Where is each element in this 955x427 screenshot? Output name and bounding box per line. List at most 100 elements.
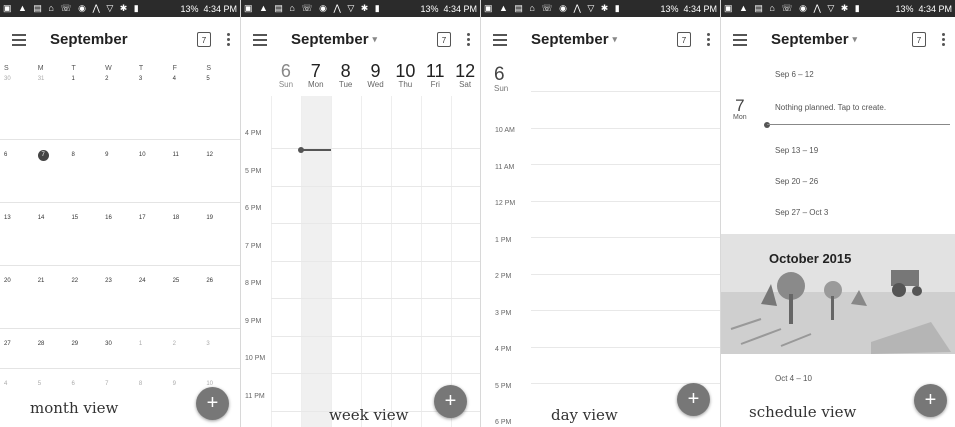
month-day-cell[interactable]: 17 xyxy=(139,203,173,265)
today-icon[interactable]: 7 xyxy=(197,32,211,47)
month-day-cell[interactable]: 15 xyxy=(71,203,105,265)
month-day-cell[interactable]: 16 xyxy=(105,203,139,265)
week-day-header-cell[interactable]: 11 Fri xyxy=(420,62,450,96)
weekday-label: S xyxy=(4,65,9,72)
create-event-fab[interactable]: + xyxy=(434,385,467,418)
create-event-fab[interactable]: + xyxy=(196,387,229,420)
menu-icon[interactable] xyxy=(253,33,279,46)
month-view-caption: month view xyxy=(30,399,119,417)
hour-label: 8 PM xyxy=(245,280,262,287)
create-event-fab[interactable]: + xyxy=(677,383,710,416)
more-options-icon[interactable] xyxy=(942,33,945,46)
menu-icon[interactable] xyxy=(12,33,38,46)
month-day-cell[interactable]: 8 xyxy=(139,369,173,427)
month-title[interactable]: September ▾ xyxy=(771,31,912,48)
weekday-label: S xyxy=(206,65,211,72)
hour-label: 10 AM xyxy=(495,127,515,134)
week-day-name: Tue xyxy=(338,80,353,89)
month-day-cell[interactable]: 31 xyxy=(38,76,72,139)
hour-label: 11 PM xyxy=(245,392,265,400)
menu-icon[interactable] xyxy=(733,33,759,46)
month-day-cell[interactable]: 10 xyxy=(139,140,173,202)
chevron-down-icon: ▾ xyxy=(612,34,618,44)
hour-gridline xyxy=(271,373,480,374)
more-options-icon[interactable] xyxy=(707,33,710,46)
hour-label: 2 PM xyxy=(495,273,512,280)
month-day-cell[interactable]: 4 xyxy=(4,369,38,427)
nothing-planned-item[interactable]: Nothing planned. Tap to create. xyxy=(775,103,886,112)
week-range-label: Sep 13 – 19 xyxy=(775,146,819,155)
month-day-cell[interactable]: 30 xyxy=(4,76,38,139)
status-clock: 4:34 PM xyxy=(683,3,717,14)
month-day-cell[interactable]: 18 xyxy=(173,203,207,265)
week-column-divider xyxy=(301,96,302,427)
month-day-cell[interactable]: 20 xyxy=(4,266,38,328)
month-day-cell[interactable]: 12 xyxy=(206,140,240,202)
month-day-cell[interactable]: 14 xyxy=(38,203,72,265)
month-day-cell[interactable]: 8 xyxy=(71,140,105,202)
week-day-header-cell[interactable]: 6 Sun xyxy=(271,62,301,96)
hour-label: 5 PM xyxy=(495,382,512,390)
month-day-cell[interactable]: 4 xyxy=(173,76,207,139)
hour-label: 4 PM xyxy=(245,130,262,137)
month-day-cell[interactable]: 7 xyxy=(37,140,72,202)
day-view-caption: day view xyxy=(551,406,618,424)
menu-icon[interactable] xyxy=(493,33,519,46)
month-day-cell[interactable]: 2 xyxy=(105,76,139,139)
toolbar: September 7 xyxy=(0,17,240,62)
month-day-cell[interactable]: 1 xyxy=(71,76,105,139)
week-day-header-cell[interactable]: 8 Tue xyxy=(331,62,361,96)
month-day-cell[interactable]: 25 xyxy=(173,266,207,328)
month-title-text: September xyxy=(531,31,609,48)
week-column-divider xyxy=(451,96,452,427)
month-day-cell[interactable]: 5 xyxy=(38,369,72,427)
month-day-cell[interactable]: 11 xyxy=(173,140,207,202)
status-icons: ▣ ▲ ▤ ⌂ ☏ ◉ ⋀ ▽ ✱ ▮ xyxy=(244,3,382,13)
hour-gridline xyxy=(271,298,480,299)
month-title[interactable]: September ▾ xyxy=(531,31,677,48)
month-day-cell[interactable]: 6 xyxy=(4,140,38,202)
month-day-cell[interactable]: 21 xyxy=(38,266,72,328)
battery-level: 13% xyxy=(895,3,914,14)
today-icon[interactable]: 7 xyxy=(437,32,451,47)
week-day-name: Fri xyxy=(430,80,440,89)
toolbar: September ▾ 7 xyxy=(721,17,955,62)
week-day-header-cell[interactable]: 10 Thu xyxy=(390,62,420,96)
week-day-header-cell[interactable]: 9 Wed xyxy=(361,62,391,96)
week-range-label: Sep 20 – 26 xyxy=(775,177,819,186)
week-day-header-cell[interactable]: 12 Sat xyxy=(450,62,480,96)
today-icon[interactable]: 7 xyxy=(677,32,691,47)
month-title-text: September xyxy=(291,31,369,48)
more-options-icon[interactable] xyxy=(467,33,470,46)
hour-label: 1 PM xyxy=(495,236,512,244)
week-day-name: Thu xyxy=(398,80,413,89)
month-title[interactable]: September xyxy=(50,31,197,48)
month-day-cell[interactable]: 24 xyxy=(139,266,173,328)
more-options-icon[interactable] xyxy=(227,33,230,46)
chevron-down-icon: ▾ xyxy=(852,34,858,44)
weekday-label: T xyxy=(138,65,144,72)
month-day-cell[interactable]: 19 xyxy=(206,203,240,265)
month-day-cell[interactable]: 22 xyxy=(71,266,105,328)
schedule-view-caption: schedule view xyxy=(749,403,857,421)
month-day-cell[interactable]: 13 xyxy=(4,203,38,265)
month-day-cell[interactable]: 6 xyxy=(71,369,105,427)
week-day-header-cell[interactable]: 7 Mon xyxy=(301,62,331,96)
current-time-line xyxy=(301,149,331,151)
month-day-cell[interactable]: 7 xyxy=(105,369,139,427)
month-day-cell[interactable]: 23 xyxy=(105,266,139,328)
status-bar: ▣ ▲ ▤ ⌂ ☏ ◉ ⋀ ▽ ✱ ▮ 13% 4:34 PM xyxy=(241,0,480,17)
today-column-highlight xyxy=(301,96,331,427)
hour-gridline xyxy=(531,200,720,202)
hour-gridline xyxy=(271,185,480,187)
month-day-cell[interactable]: 26 xyxy=(206,266,240,328)
month-day-cell[interactable]: 9 xyxy=(105,140,139,202)
month-day-cell[interactable]: 3 xyxy=(139,76,173,139)
weekday-label: M xyxy=(37,65,44,72)
month-title[interactable]: September ▾ xyxy=(291,31,437,48)
month-day-cell[interactable]: 5 xyxy=(206,76,240,139)
month-title-text: September xyxy=(50,31,128,48)
create-event-fab[interactable]: + xyxy=(914,384,947,417)
week-day-number: 7 xyxy=(310,61,321,81)
today-icon[interactable]: 7 xyxy=(912,32,926,47)
